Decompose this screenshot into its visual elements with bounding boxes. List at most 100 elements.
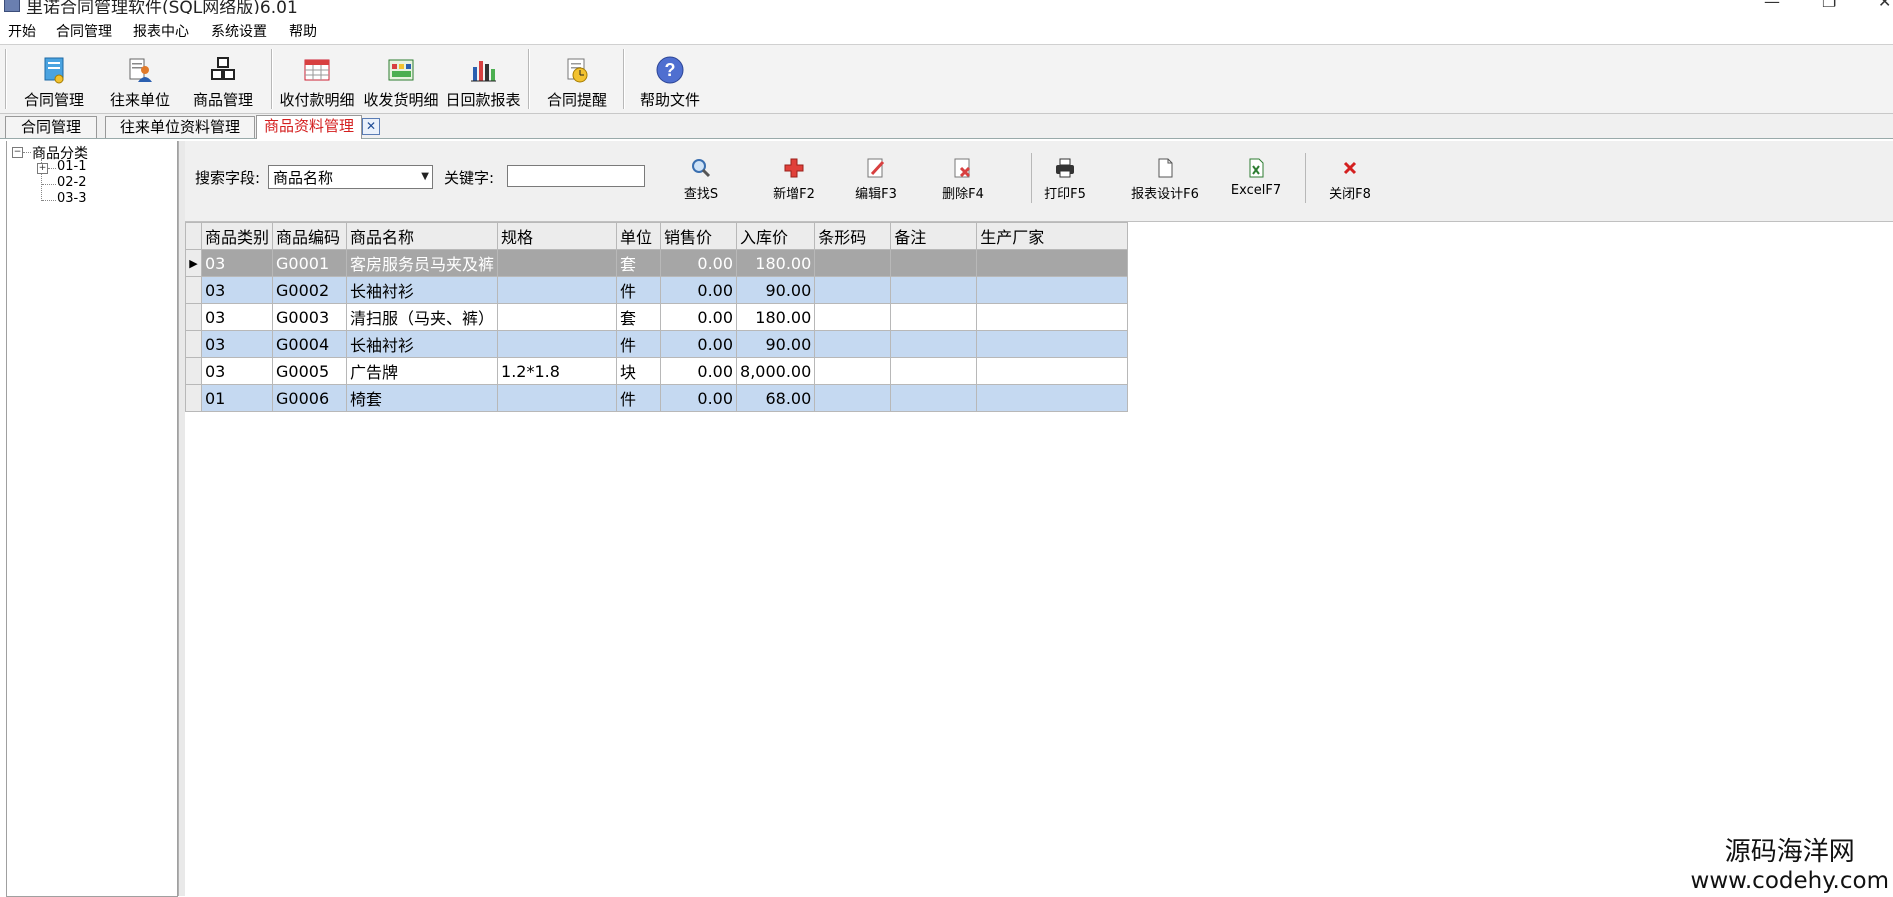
- table-cell[interactable]: [890, 330, 978, 358]
- column-header[interactable]: 单位: [616, 222, 662, 250]
- edit-button[interactable]: 编辑F3: [846, 153, 906, 209]
- table-cell[interactable]: [814, 249, 892, 277]
- table-cell[interactable]: G0004: [272, 330, 348, 358]
- toolbar-contacts-button[interactable]: 往来单位: [100, 49, 180, 111]
- table-cell[interactable]: 180.00: [736, 249, 816, 277]
- table-cell[interactable]: G0006: [272, 384, 348, 412]
- close-button[interactable]: 关闭F8: [1320, 153, 1380, 209]
- search-field-select[interactable]: 商品名称 ▼: [268, 165, 433, 189]
- menu-help[interactable]: 帮助: [289, 21, 317, 41]
- table-cell[interactable]: [497, 276, 618, 304]
- table-cell[interactable]: G0002: [272, 276, 348, 304]
- table-cell[interactable]: 长袖衬衫: [346, 276, 499, 304]
- tab-contacts-management[interactable]: 往来单位资料管理: [105, 116, 255, 138]
- table-cell[interactable]: 椅套: [346, 384, 499, 412]
- toolbar-daily-report-button[interactable]: 日回款报表: [443, 49, 523, 111]
- table-row[interactable]: 01 G0006 椅套 件 0.00 68.00: [185, 384, 1129, 412]
- report-design-button[interactable]: 报表设计F6: [1123, 153, 1207, 209]
- table-cell[interactable]: [814, 303, 892, 331]
- table-cell[interactable]: 03: [200, 276, 274, 304]
- table-cell[interactable]: 68.00: [736, 384, 816, 412]
- table-cell[interactable]: [890, 249, 978, 277]
- table-row[interactable]: 03 G0005 广告牌 1.2*1.8 块 0.00 8,000.00: [185, 357, 1129, 385]
- column-header[interactable]: 商品类别: [200, 222, 274, 250]
- table-cell[interactable]: 清扫服（马夹、裤）: [346, 303, 499, 331]
- table-cell[interactable]: 90.00: [736, 330, 816, 358]
- column-header[interactable]: 商品名称: [346, 222, 499, 250]
- table-cell[interactable]: 块: [616, 357, 662, 385]
- minimize-button[interactable]: —: [1764, 0, 1780, 10]
- table-cell[interactable]: 03: [200, 249, 274, 277]
- table-cell[interactable]: [814, 357, 892, 385]
- tree-collapse-icon[interactable]: −: [12, 147, 23, 158]
- table-cell[interactable]: 件: [616, 276, 662, 304]
- column-header[interactable]: 入库价: [736, 222, 816, 250]
- table-cell[interactable]: 客房服务员马夹及裤: [346, 249, 499, 277]
- column-header[interactable]: 销售价: [660, 222, 738, 250]
- table-cell[interactable]: [976, 276, 1129, 304]
- tree-expand-icon[interactable]: +: [37, 163, 48, 174]
- toolbar-contract-button[interactable]: 合同管理: [14, 49, 94, 111]
- keyword-input[interactable]: [507, 165, 645, 187]
- table-cell[interactable]: 0.00: [660, 357, 738, 385]
- tree-node-02-2[interactable]: 02-2: [57, 175, 87, 190]
- tab-contract-management[interactable]: 合同管理: [5, 116, 97, 138]
- menu-settings[interactable]: 系统设置: [211, 21, 267, 41]
- tab-close-icon[interactable]: ✕: [362, 118, 380, 135]
- table-cell[interactable]: G0005: [272, 357, 348, 385]
- add-button[interactable]: 新增F2: [764, 153, 824, 209]
- table-cell[interactable]: 0.00: [660, 303, 738, 331]
- toolbar-products-button[interactable]: 商品管理: [182, 49, 264, 111]
- table-cell[interactable]: [497, 384, 618, 412]
- menu-reports[interactable]: 报表中心: [133, 21, 189, 41]
- table-cell[interactable]: [814, 330, 892, 358]
- tab-product-management[interactable]: 商品资料管理: [256, 115, 362, 139]
- restore-button[interactable]: ❐: [1822, 0, 1836, 10]
- table-cell[interactable]: 套: [616, 303, 662, 331]
- toolbar-shipment-detail-button[interactable]: 收发货明细: [358, 49, 444, 111]
- table-cell[interactable]: [890, 384, 978, 412]
- table-cell[interactable]: [976, 249, 1129, 277]
- delete-button[interactable]: 删除F4: [933, 153, 993, 209]
- table-cell[interactable]: 0.00: [660, 384, 738, 412]
- toolbar-help-button[interactable]: ? 帮助文件: [630, 49, 710, 111]
- table-cell[interactable]: 8,000.00: [736, 357, 816, 385]
- table-cell[interactable]: 件: [616, 384, 662, 412]
- toolbar-payment-detail-button[interactable]: 收付款明细: [274, 49, 360, 111]
- table-cell[interactable]: [976, 330, 1129, 358]
- excel-button[interactable]: ExcelF7: [1224, 153, 1288, 209]
- table-cell[interactable]: 广告牌: [346, 357, 499, 385]
- close-window-button[interactable]: ✕: [1878, 0, 1891, 10]
- table-cell[interactable]: [890, 276, 978, 304]
- table-cell[interactable]: [814, 384, 892, 412]
- table-cell[interactable]: 03: [200, 357, 274, 385]
- table-cell[interactable]: [890, 303, 978, 331]
- table-cell[interactable]: [976, 384, 1129, 412]
- column-header[interactable]: 规格: [497, 222, 618, 250]
- table-cell[interactable]: [497, 330, 618, 358]
- table-cell[interactable]: 0.00: [660, 330, 738, 358]
- menu-start[interactable]: 开始: [8, 21, 36, 41]
- column-header[interactable]: 商品编码: [272, 222, 348, 250]
- table-cell[interactable]: [497, 303, 618, 331]
- table-cell[interactable]: 套: [616, 249, 662, 277]
- table-cell[interactable]: [497, 249, 618, 277]
- tree-node-01-1[interactable]: 01-1: [57, 159, 87, 174]
- table-cell[interactable]: 1.2*1.8: [497, 357, 618, 385]
- table-cell[interactable]: 件: [616, 330, 662, 358]
- print-button[interactable]: 打印F5: [1035, 153, 1095, 209]
- table-cell[interactable]: 0.00: [660, 276, 738, 304]
- table-cell[interactable]: [814, 276, 892, 304]
- table-cell[interactable]: 03: [200, 330, 274, 358]
- table-cell[interactable]: G0001: [272, 249, 348, 277]
- tree-node-03-3[interactable]: 03-3: [57, 191, 87, 206]
- toolbar-reminder-button[interactable]: 合同提醒: [536, 49, 618, 111]
- table-cell[interactable]: [976, 303, 1129, 331]
- table-cell[interactable]: 0.00: [660, 249, 738, 277]
- table-cell[interactable]: G0003: [272, 303, 348, 331]
- table-cell[interactable]: [976, 357, 1129, 385]
- find-button[interactable]: 查找S: [669, 153, 733, 209]
- table-cell[interactable]: [890, 357, 978, 385]
- menu-contract[interactable]: 合同管理: [56, 21, 112, 41]
- table-row[interactable]: 03 G0003 清扫服（马夹、裤） 套 0.00 180.00: [185, 303, 1129, 331]
